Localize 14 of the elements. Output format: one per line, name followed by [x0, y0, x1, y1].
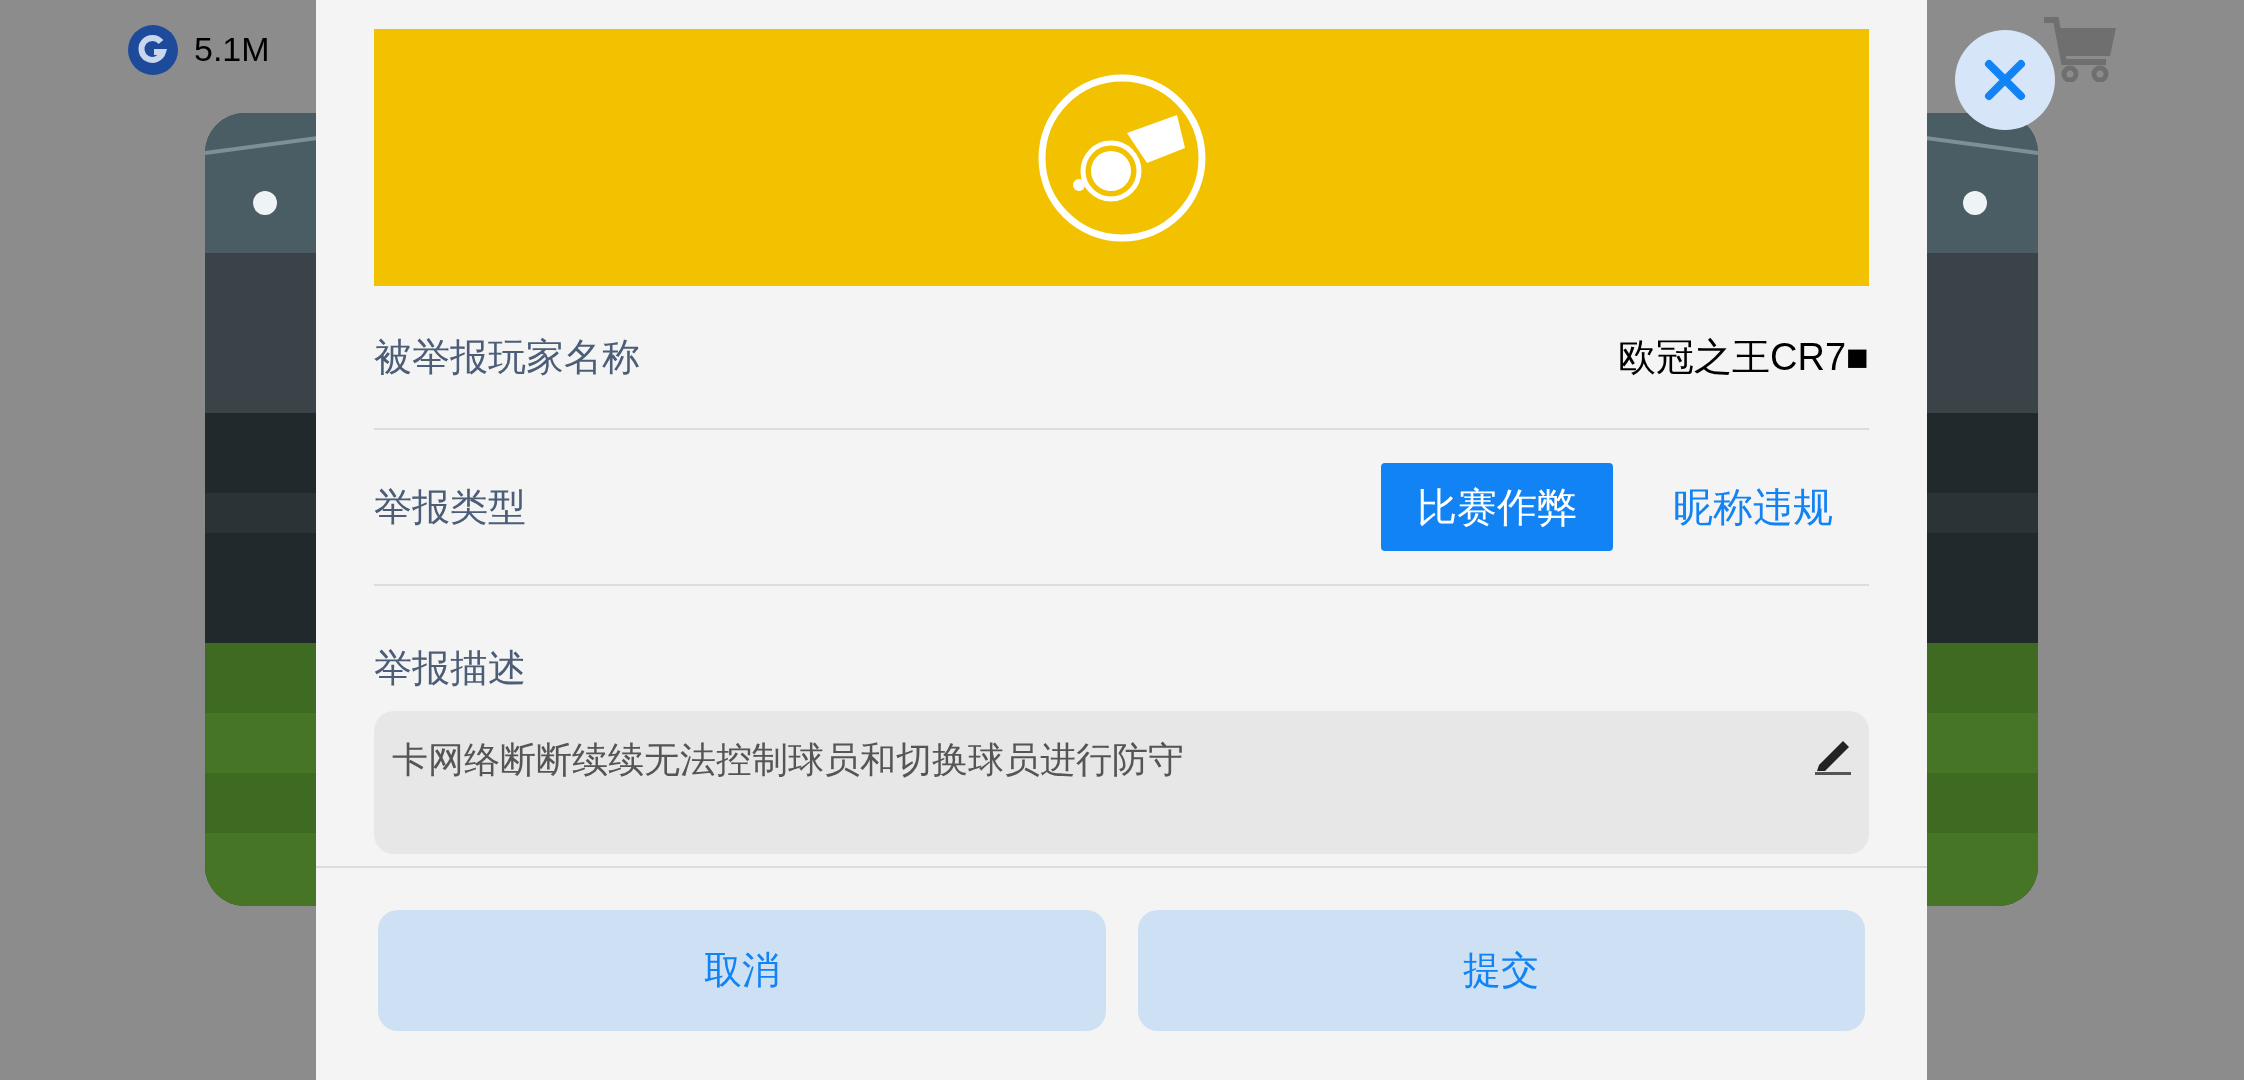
- player-name-label: 被举报玩家名称: [374, 334, 640, 380]
- cart-icon: [2042, 16, 2118, 82]
- submit-button[interactable]: 提交: [1137, 910, 1865, 1031]
- coin-icon: [128, 24, 178, 75]
- report-type-option[interactable]: 昵称违规: [1637, 463, 1869, 551]
- player-name: 欧冠之王CR7■: [1618, 334, 1869, 380]
- whistle-icon: [1036, 72, 1207, 243]
- report-type-label: 举报类型: [374, 484, 526, 530]
- close-icon: [1983, 58, 2027, 102]
- report-type-option[interactable]: 比赛作弊: [1381, 463, 1613, 551]
- description-label: 举报描述: [374, 647, 526, 689]
- description-field[interactable]: 卡网络断断续续无法控制球员和切换球员进行防守: [374, 711, 1869, 854]
- currency-amount: 5.1M: [194, 29, 270, 70]
- cancel-button[interactable]: 取消: [378, 910, 1106, 1031]
